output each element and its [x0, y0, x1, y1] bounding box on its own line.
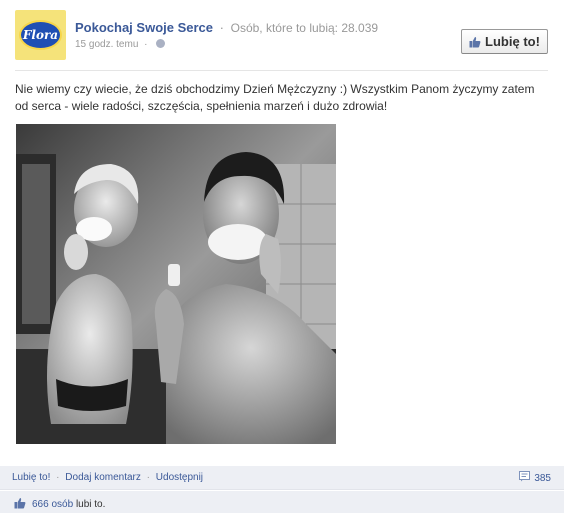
post-like-count-link[interactable]: 666 osób — [32, 499, 73, 510]
like-page-button[interactable]: Lubię to! — [461, 29, 548, 54]
post-action-links: Lubię to! · Dodaj komentarz · Udostępnij — [12, 472, 203, 483]
comment-count: 385 — [534, 472, 551, 484]
facebook-post: Flora Pokochaj Swoje Serce · Osób, które… — [0, 0, 566, 513]
post-photo[interactable] — [16, 124, 336, 444]
header-divider — [15, 70, 548, 71]
post-header: Pokochaj Swoje Serce · Osób, które to lu… — [75, 20, 378, 35]
page-likes-count: Osób, które to lubią: 28.039 — [230, 21, 379, 35]
separator-dot: · — [146, 472, 150, 483]
post-likes-row: 666 osób lubi to. — [14, 497, 105, 512]
post-message: Nie wiemy czy wiecie, że dziś obchodzimy… — [15, 82, 535, 113]
separator-dot: · — [144, 39, 148, 50]
like-button-label: Lubię to! — [485, 34, 540, 49]
post-likes-suffix: lubi to. — [75, 499, 106, 510]
separator-dot: · — [56, 472, 60, 483]
post-meta: 15 godz. temu · — [75, 39, 166, 50]
flora-logo-badge: Flora — [19, 20, 62, 50]
logo-text: Flora — [22, 28, 59, 42]
thumbs-up-icon — [14, 497, 26, 512]
share-link[interactable]: Udostępnij — [156, 472, 203, 483]
thumbs-up-icon — [469, 36, 481, 48]
post-likes-summary: 666 osób lubi to. — [0, 491, 564, 513]
post-action-bar: Lubię to! · Dodaj komentarz · Udostępnij… — [0, 466, 564, 490]
globe-icon — [156, 39, 166, 48]
like-post-link[interactable]: Lubię to! — [12, 472, 50, 483]
add-comment-link[interactable]: Dodaj komentarz — [65, 472, 141, 483]
page-name-link[interactable]: Pokochaj Swoje Serce — [75, 20, 213, 35]
comment-count-link[interactable]: 385 — [519, 471, 551, 485]
post-timestamp[interactable]: 15 godz. temu — [75, 39, 138, 50]
separator-dot: · — [219, 20, 224, 35]
page-logo[interactable]: Flora — [15, 10, 66, 60]
comment-bubble-icon — [519, 471, 531, 485]
